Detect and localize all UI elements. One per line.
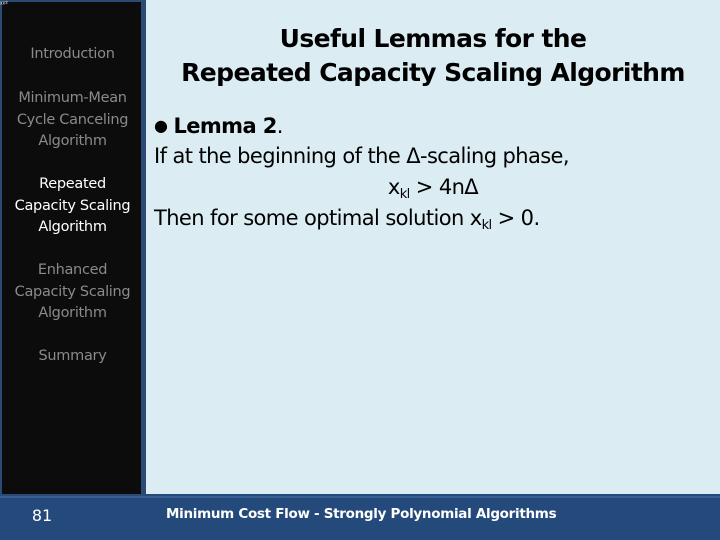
footer-title: Minimum Cost Flow - Strongly Polynomial … (166, 506, 557, 522)
lemma-period: . (276, 114, 284, 138)
nav-item-minimum-mean-cycle-canceling[interactable]: Minimum-Mean Cycle Canceling Algorithm (2, 88, 143, 153)
subscript-kl: kl (399, 187, 411, 202)
nav-item-label: Introduction (30, 46, 115, 62)
footer-bar: 81 Minimum Cost Flow - Strongly Polynomi… (0, 496, 720, 540)
lemma-inequality: xkl > 4nΔ (146, 172, 720, 202)
nav-item-label-line: Algorithm (38, 219, 107, 235)
nav-item-summary[interactable]: Summary (2, 346, 143, 368)
nav-item-introduction[interactable]: Introduction (2, 44, 143, 66)
lemma-heading: ● Lemma 2. (154, 111, 283, 141)
slide-title-line2: Repeated Capacity Scaling Algorithm (181, 58, 685, 87)
nav-item-label-line: Cycle Canceling (16, 111, 129, 128)
conclusion-rest: > 0. (491, 206, 541, 230)
nav-item-label-line: Minimum-Mean (18, 90, 127, 106)
page-number: 81 (31, 506, 53, 525)
lemma-label: Lemma 2 (173, 114, 277, 138)
nav-item-label-line: Capacity Scaling (14, 197, 131, 214)
slide-title: Useful Lemmas for the Repeated Capacity … (146, 22, 720, 90)
footer-divider (0, 496, 720, 498)
nav-item-label-line: Repeated (39, 176, 106, 192)
nav-item-label-line: Algorithm (38, 133, 107, 149)
nav-item-label: Summary (38, 348, 107, 364)
corner-mark: ᵡᵡ² (0, 0, 8, 8)
nav-item-label-line: Capacity Scaling (14, 283, 131, 300)
lemma-conclusion: Then for some optimal solution xkl > 0. (154, 203, 540, 233)
inequality-rest: > 4nΔ (409, 175, 479, 199)
bullet-icon: ● (154, 116, 168, 135)
nav-item-label-line: Algorithm (38, 305, 107, 321)
slide-title-line1: Useful Lemmas for the (279, 24, 587, 53)
slide-content: Useful Lemmas for the Repeated Capacity … (146, 0, 720, 494)
lemma-condition: If at the beginning of the Δ-scaling pha… (154, 144, 570, 168)
nav-item-enhanced-capacity-scaling[interactable]: Enhanced Capacity Scaling Algorithm (2, 260, 143, 325)
subscript-kl: kl (481, 218, 493, 233)
nav-item-repeated-capacity-scaling[interactable]: Repeated Capacity Scaling Algorithm (2, 174, 143, 239)
sidebar-nav: Introduction Minimum-Mean Cycle Cancelin… (2, 2, 143, 494)
conclusion-text: Then for some optimal solution x (154, 206, 482, 230)
nav-item-label-line: Enhanced (37, 262, 108, 278)
variable-x: x (387, 175, 400, 199)
